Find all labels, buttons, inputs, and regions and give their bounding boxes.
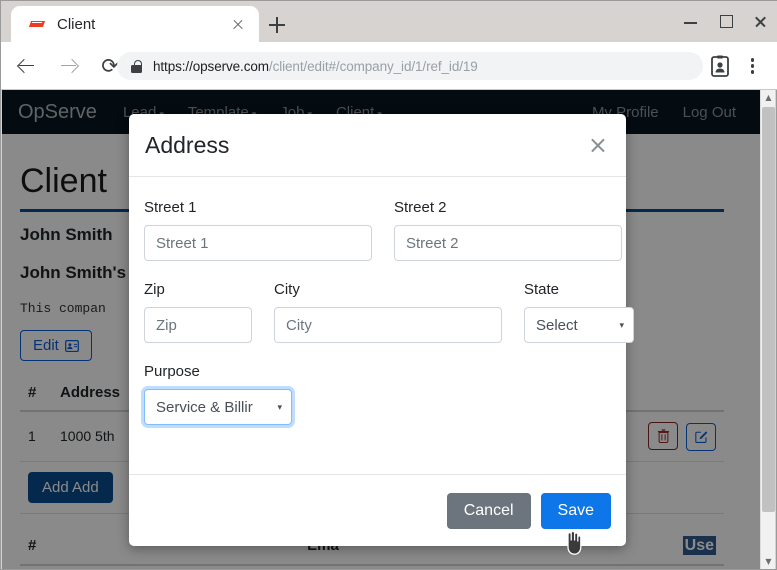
purpose-field-group: Purpose Service & Billir ▾ [144, 363, 292, 425]
window-close-icon[interactable] [743, 1, 777, 42]
cancel-button[interactable]: Cancel [446, 492, 531, 529]
url-text: https://opserve.com/client/edit#/company… [153, 59, 478, 74]
zip-input[interactable]: Zip [144, 307, 252, 343]
window-controls [673, 1, 777, 42]
chevron-down-icon: ▾ [619, 319, 624, 330]
url-scheme: https:// [153, 58, 193, 74]
modal-footer: Cancel Save [129, 474, 626, 546]
minimize-icon[interactable] [673, 1, 708, 42]
purpose-label: Purpose [144, 363, 200, 380]
street2-label: Street 2 [394, 199, 447, 216]
state-select-value: Select [536, 316, 578, 334]
contact-card-icon[interactable] [708, 54, 732, 78]
city-input[interactable]: City [274, 307, 502, 343]
browser-tab[interactable]: Client [11, 6, 259, 42]
tab-title: Client [57, 15, 96, 33]
location-row: Zip Zip City City State Select ▾ [144, 281, 634, 343]
zip-field-group: Zip Zip [144, 281, 252, 343]
state-label: State [524, 281, 560, 298]
flame-favicon [29, 16, 45, 32]
city-label: City [274, 281, 300, 298]
url-domain: opserve.com [192, 58, 269, 74]
scroll-down-icon[interactable]: ▼ [761, 554, 776, 569]
close-icon[interactable]: × [586, 133, 610, 157]
browser-window: Client ⟳ https://opserve.com/client/edit… [0, 0, 777, 570]
close-icon[interactable] [227, 13, 249, 35]
modal-header: Address × [129, 114, 626, 177]
page-scrollbar[interactable]: ▲ ▼ [760, 90, 775, 569]
state-select[interactable]: Select ▾ [524, 307, 634, 343]
state-field-group: State Select ▾ [524, 281, 634, 343]
back-arrow-icon[interactable] [9, 49, 43, 83]
street1-label: Street 1 [144, 199, 197, 216]
purpose-row: Purpose Service & Billir ▾ [144, 363, 611, 425]
street2-field-group: Street 2 Street 2 [394, 199, 622, 261]
modal-title: Address [145, 131, 230, 158]
city-field-group: City City [274, 281, 502, 343]
scrollbar-thumb[interactable] [762, 107, 775, 512]
save-button[interactable]: Save [540, 492, 611, 529]
kebab-menu-icon[interactable] [740, 54, 764, 78]
chevron-down-icon: ▾ [277, 401, 282, 412]
url-path: /client/edit#/company_id/1/ref_id/19 [268, 58, 478, 74]
tab-strip: Client [1, 1, 777, 42]
forward-arrow-icon[interactable] [51, 49, 85, 83]
address-modal: Address × Street 1 Street 1 Street 2 Str… [129, 114, 634, 546]
street-row: Street 1 Street 1 Street 2 Street 2 [144, 199, 622, 261]
zip-label: Zip [144, 281, 165, 298]
street1-field-group: Street 1 Street 1 [144, 199, 372, 261]
address-bar[interactable]: https://opserve.com/client/edit#/company… [117, 52, 703, 80]
scroll-up-icon[interactable]: ▲ [761, 90, 776, 105]
maximize-icon[interactable] [708, 1, 743, 42]
new-tab-button[interactable] [263, 11, 291, 39]
street2-input[interactable]: Street 2 [394, 225, 622, 261]
lock-icon [131, 59, 142, 73]
purpose-select-value: Service & Billir [156, 398, 253, 416]
modal-body: Street 1 Street 1 Street 2 Street 2 Zip … [129, 177, 634, 474]
street1-input[interactable]: Street 1 [144, 225, 372, 261]
purpose-select[interactable]: Service & Billir ▾ [144, 389, 292, 425]
